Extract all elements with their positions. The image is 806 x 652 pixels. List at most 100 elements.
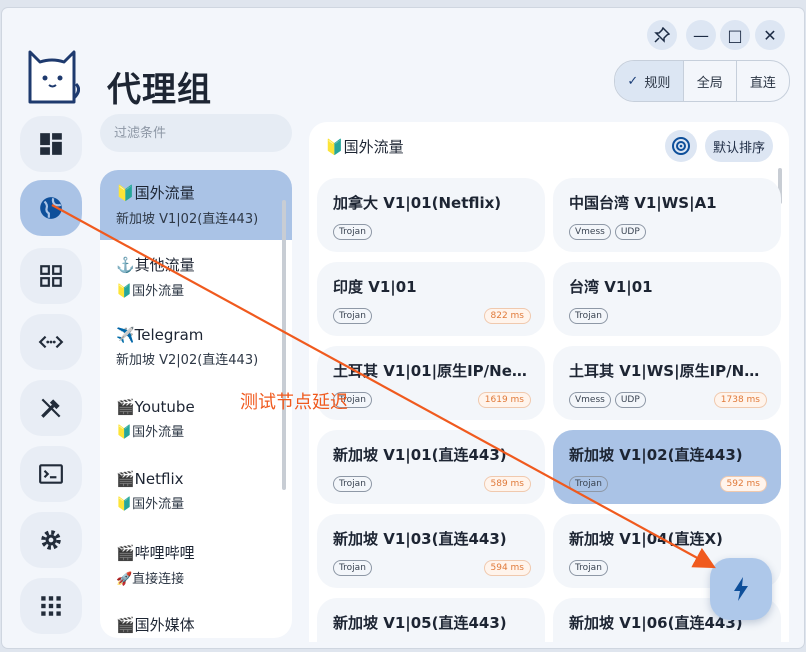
close-button[interactable]: ✕: [755, 20, 785, 50]
mode-rule-button[interactable]: ✓ 规则: [615, 61, 683, 101]
check-icon: ✓: [627, 73, 639, 89]
proxy-type-tag: Trojan: [569, 308, 608, 324]
proxy-udp-tag: UDP: [614, 392, 646, 408]
filter-input[interactable]: [100, 114, 292, 152]
proxy-name: 土耳其 V1|WS|原生IP/Net...: [569, 362, 769, 380]
maximize-button[interactable]: □: [720, 20, 750, 50]
pin-button[interactable]: [647, 20, 677, 50]
proxy-card[interactable]: 新加坡 V1|05(直连443): [317, 598, 545, 642]
proxy-card[interactable]: 土耳其 V1|WS|原生IP/Net... Vmess UDP 1738 ms: [553, 346, 781, 420]
proxy-type-tag: Trojan: [333, 476, 372, 492]
group-name: 🔰国外流量: [116, 184, 195, 202]
mode-global-label: 全局: [696, 75, 723, 91]
proxy-name: 中国台湾 V1|WS|A1: [569, 194, 717, 212]
proxy-type-tag: Trojan: [569, 476, 608, 492]
sidebar-item-dashboard[interactable]: [20, 116, 82, 172]
sidebar-item-connections[interactable]: [20, 314, 82, 370]
group-name: ✈️Telegram: [116, 326, 204, 344]
group-selected-proxy: 🚀直接连接: [116, 572, 185, 587]
proxy-name: 新加坡 V1|04(直连X): [569, 530, 723, 548]
group-selected-proxy: 🔰国外流量: [116, 284, 185, 299]
group-name: 🎬哔哩哔哩: [116, 544, 195, 562]
proxy-type-tag: Vmess: [569, 224, 611, 240]
sidebar-item-grid[interactable]: [20, 248, 82, 304]
tools-icon: [41, 398, 61, 418]
cat-logo: [28, 50, 80, 104]
group-item[interactable]: 🔰国外流量 新加坡 V1|02(直连443): [100, 170, 292, 240]
proxy-name: 新加坡 V1|03(直连443): [333, 530, 507, 548]
proxy-card[interactable]: 土耳其 V1|01|原生IP/Net... Trojan 1619 ms: [317, 346, 545, 420]
group-item[interactable]: ✈️Telegram 新加坡 V2|02(直连443): [100, 314, 292, 384]
latency-badge: 1738 ms: [713, 392, 767, 408]
proxy-udp-tag: UDP: [614, 224, 646, 240]
proxy-type-tag: Trojan: [333, 224, 372, 240]
proxy-card[interactable]: 新加坡 V1|03(直连443) Trojan 594 ms: [317, 514, 545, 588]
mode-direct-label: 直连: [749, 75, 776, 91]
panel-title: 🔰国外流量: [325, 138, 404, 156]
latency-badge: 594 ms: [483, 560, 531, 576]
group-item[interactable]: ⚓️其他流量 🔰国外流量: [100, 242, 292, 312]
pin-icon: [654, 27, 670, 43]
maximize-icon: □: [727, 25, 743, 45]
sidebar-item-settings[interactable]: [20, 512, 82, 568]
sort-button[interactable]: 默认排序: [705, 130, 773, 162]
group-name: ⚓️其他流量: [116, 256, 195, 274]
proxy-card[interactable]: 新加坡 V1|01(直连443) Trojan 589 ms: [317, 430, 545, 504]
dashboard-icon: [40, 133, 62, 155]
proxy-card[interactable]: 台湾 V1|01 Trojan: [553, 262, 781, 336]
sidebar-item-proxies[interactable]: [20, 180, 82, 236]
sidebar-item-rules[interactable]: [20, 380, 82, 436]
latency-badge: 822 ms: [483, 308, 531, 324]
mode-rule-label: 规则: [644, 75, 671, 91]
proxy-name: 台湾 V1|01: [569, 278, 653, 296]
mode-direct-button[interactable]: 直连: [735, 61, 789, 101]
group-item[interactable]: 🎬国外媒体: [100, 602, 292, 638]
group-selected-proxy: 新加坡 V2|02(直连443): [116, 353, 259, 368]
proxy-card[interactable]: 印度 V1|01 Trojan 822 ms: [317, 262, 545, 336]
latency-badge: 1619 ms: [477, 392, 531, 408]
proxy-type-tag: Trojan: [333, 560, 372, 576]
group-name: 🎬Netflix: [116, 470, 184, 488]
group-selected-proxy: 🔰国外流量: [116, 497, 185, 512]
bolt-icon: [734, 577, 748, 601]
proxy-name: 新加坡 V1|01(直连443): [333, 446, 507, 464]
sidebar-item-logs[interactable]: [20, 446, 82, 502]
app-window: 代理组 — □ ✕ ✓ 规则 全局 直连 过滤条件 🔰国外流量 新加坡 V1|0…: [2, 8, 804, 648]
group-selected-proxy: 新加坡 V1|02(直连443): [116, 212, 259, 227]
close-icon: ✕: [763, 25, 777, 45]
terminal-icon: [39, 464, 63, 484]
mode-selector: ✓ 规则 全局 直连: [614, 60, 790, 102]
proxy-card[interactable]: 加拿大 V1|01(Netflix) Trojan: [317, 178, 545, 252]
group-name: 🎬国外媒体: [116, 616, 195, 634]
sidebar-item-more[interactable]: [20, 578, 82, 634]
latency-badge: 589 ms: [483, 476, 531, 492]
proxy-type-tag: Trojan: [569, 560, 608, 576]
code-icon: [38, 335, 64, 349]
annotation-label: 测试节点延迟: [240, 392, 348, 413]
minimize-button[interactable]: —: [686, 20, 716, 50]
proxy-name: 土耳其 V1|01|原生IP/Net...: [333, 362, 533, 380]
group-item[interactable]: 🎬哔哩哔哩 🚀直接连接: [100, 530, 292, 600]
proxy-card[interactable]: 中国台湾 V1|WS|A1 Vmess UDP: [553, 178, 781, 252]
proxy-name: 印度 V1|01: [333, 278, 417, 296]
target-icon: [672, 137, 690, 155]
apps-icon: [41, 596, 61, 616]
page-title: 代理组: [107, 70, 212, 110]
group-item[interactable]: 🎬Netflix 🔰国外流量: [100, 458, 292, 528]
latency-badge: 592 ms: [719, 476, 767, 492]
proxy-card-selected[interactable]: 新加坡 V1|02(直连443) Trojan 592 ms: [553, 430, 781, 504]
proxy-name: 新加坡 V1|02(直连443): [569, 446, 743, 464]
test-latency-button[interactable]: [665, 130, 697, 162]
grid-icon: [40, 265, 62, 287]
proxy-name: 加拿大 V1|01(Netflix): [333, 194, 502, 212]
proxy-type-tag: Trojan: [333, 308, 372, 324]
group-selected-proxy: 🔰国外流量: [116, 425, 185, 440]
globe-icon: [40, 197, 62, 219]
group-scrollbar[interactable]: [282, 200, 286, 490]
mode-global-button[interactable]: 全局: [682, 61, 736, 101]
proxy-name: 新加坡 V1|05(直连443): [333, 614, 507, 632]
gear-icon: [41, 530, 61, 550]
test-delay-fab[interactable]: [710, 558, 772, 620]
proxy-type-tag: Vmess: [569, 392, 611, 408]
minimize-icon: —: [693, 25, 709, 45]
